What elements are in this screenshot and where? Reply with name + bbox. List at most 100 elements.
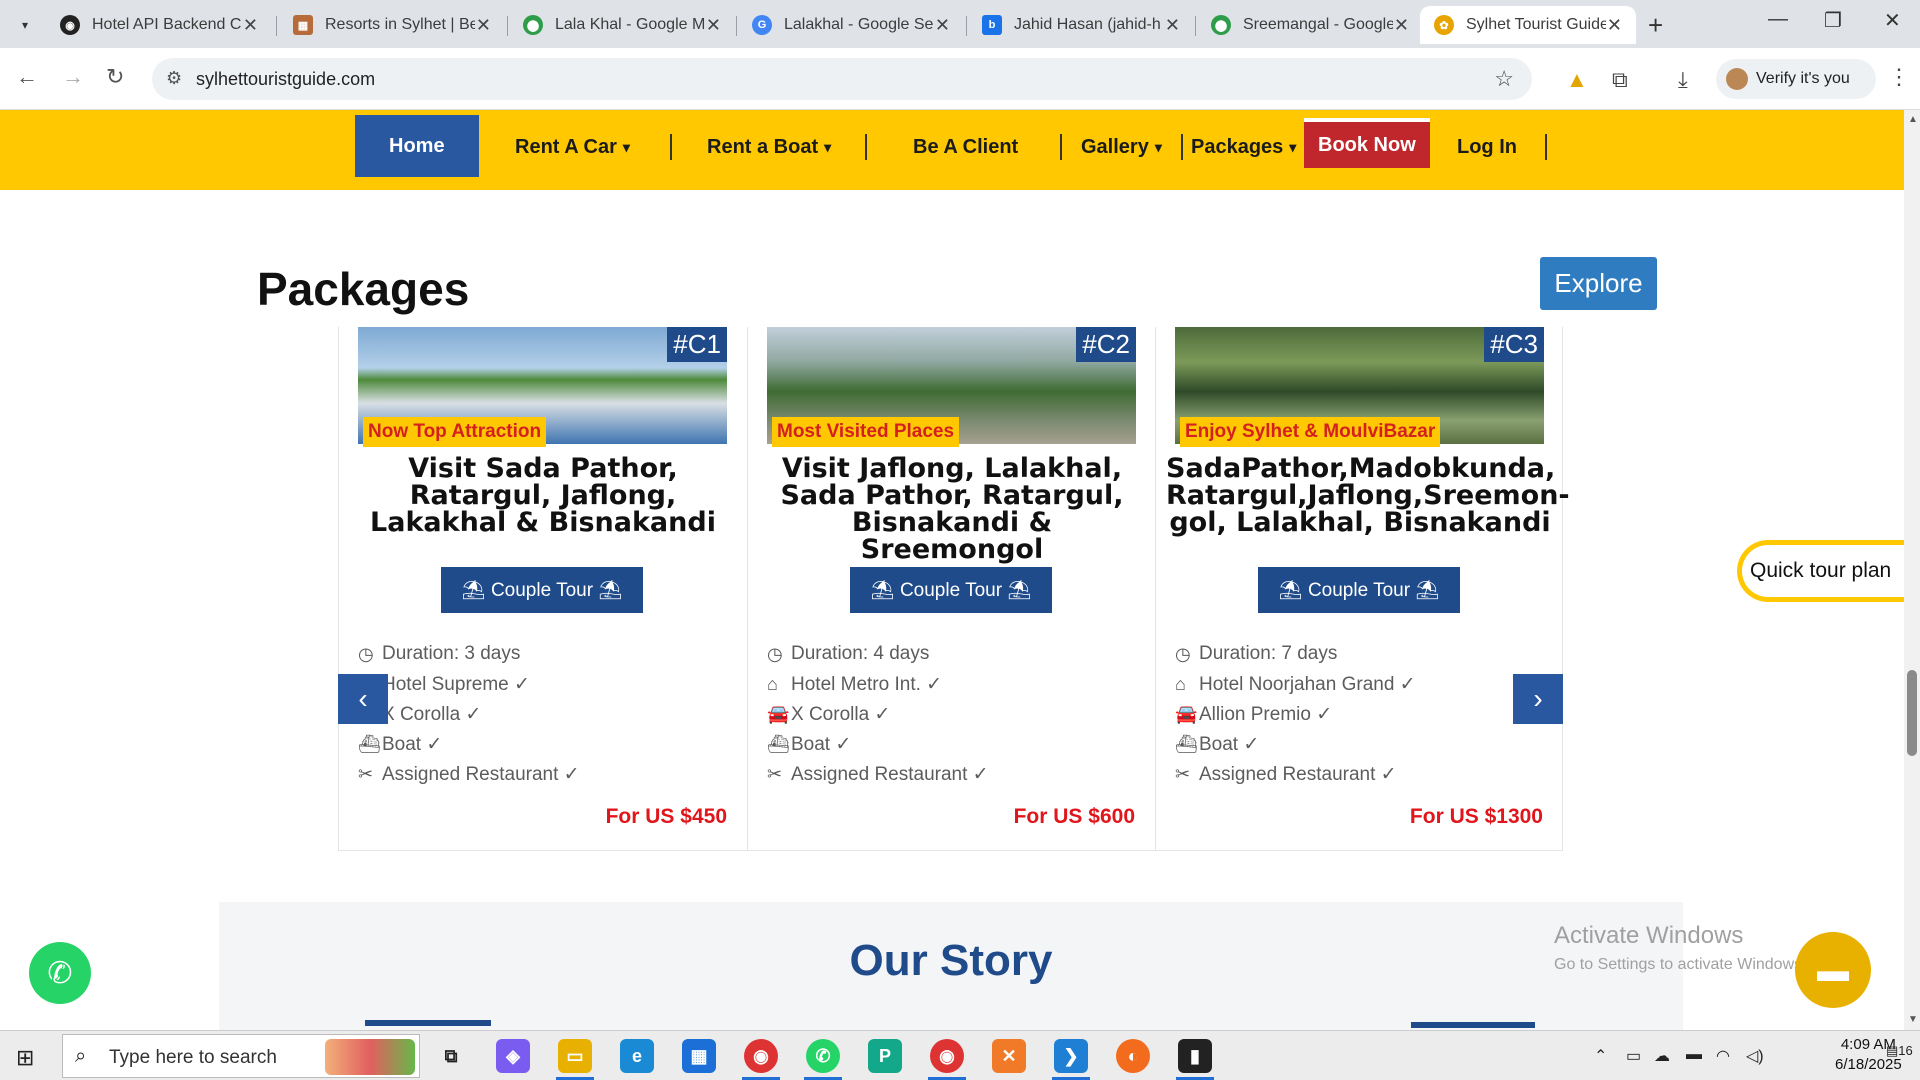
site-info-icon[interactable]: ⚙ [166, 68, 182, 89]
feature-hotel: ⌂Hotel Supreme ✓ [358, 669, 580, 699]
chevron-down-icon: ▾ [824, 138, 832, 155]
tab-title: Lalakhal - Google Se [784, 16, 934, 33]
chat-icon[interactable]: ▬ [1795, 932, 1871, 1008]
url-text[interactable]: sylhettouristguide.com [196, 69, 375, 90]
browser-tab[interactable]: ▦ Resorts in Sylhet | Be ✕ [279, 6, 505, 44]
tab-favicon-icon: b [982, 15, 1002, 35]
couple-tour-button[interactable]: ⛱ Couple Tour ⛱ [850, 567, 1052, 613]
nav-label: Log In [1457, 135, 1517, 158]
wifi-icon[interactable]: ◠ [1716, 1046, 1730, 1066]
boat-icon: ⛴ [358, 733, 381, 754]
nav-rent-a-car[interactable]: Rent A Car ▾ [515, 116, 630, 178]
package-title: Visit Jaflong, Lalakhal, Sada Pathor, Ra… [780, 453, 1124, 565]
close-tab-icon[interactable]: ✕ [1607, 15, 1622, 36]
explore-button[interactable]: Explore [1540, 257, 1657, 310]
google-icon: G [752, 15, 772, 35]
nav-be-a-client[interactable]: Be A Client [913, 116, 1018, 178]
browser-tab-active[interactable]: ✿ Sylhet Tourist Guide ✕ [1420, 6, 1636, 44]
browser-tab[interactable]: ⬤ Lala Khal - Google M ✕ [509, 6, 735, 44]
file-explorer-icon[interactable]: ▭ [558, 1039, 592, 1073]
browser-tab[interactable]: ⬤ Sreemangal - Google ✕ [1197, 6, 1423, 44]
tray-overflow-icon[interactable]: ⌃ [1594, 1046, 1607, 1066]
address-toolbar: ← → ↻ ⚙ sylhettouristguide.com ☆ ▲ ⧉ ⤓ V… [0, 48, 1920, 110]
onedrive-icon[interactable]: ☁ [1654, 1046, 1670, 1066]
tab-favicon-icon: ◉ [60, 15, 80, 35]
maps-pin-icon: ⬤ [1211, 15, 1231, 35]
close-tab-icon[interactable]: ✕ [935, 15, 950, 36]
xampp-icon[interactable]: ✕ [992, 1039, 1026, 1073]
search-icon: ⌕ [75, 1045, 87, 1067]
quick-tour-plan-button[interactable]: Quick tour plan [1737, 540, 1904, 602]
whatsapp-icon[interactable]: ✆ [29, 942, 91, 1004]
nav-label: Rent a Boat [707, 135, 819, 158]
bookmark-star-icon[interactable]: ☆ [1494, 66, 1514, 92]
profile-verify-button[interactable]: Verify it's you [1716, 59, 1876, 99]
couple-tour-button[interactable]: ⛱ Couple Tour ⛱ [441, 567, 643, 613]
verify-label: Verify it's you [1756, 70, 1850, 87]
feature-duration: ◷ Duration: 3 days [358, 639, 580, 669]
book-now-button[interactable]: Book Now [1304, 118, 1430, 168]
carousel-prev-button[interactable]: ‹ [338, 674, 388, 724]
whatsapp-taskbar-icon[interactable]: ✆ [806, 1039, 840, 1073]
browser-tab[interactable]: ◉ Hotel API Backend Co ✕ [46, 6, 272, 44]
nav-packages[interactable]: Packages ▾ [1191, 116, 1296, 178]
activate-windows-watermark: Activate Windows Go to Settings to activ… [1554, 922, 1807, 974]
task-view-icon[interactable]: ⧉ [434, 1039, 468, 1073]
windows-start-icon[interactable]: ⊞ [16, 1045, 34, 1071]
nav-label: Packages [1191, 135, 1284, 158]
tab-title: Hotel API Backend Co [92, 16, 242, 33]
forward-icon[interactable]: → [62, 64, 84, 90]
clock-icon: ◷ [1175, 643, 1191, 664]
firefox-icon[interactable]: ◐ [1116, 1039, 1150, 1073]
minimize-icon[interactable]: — [1768, 8, 1788, 31]
edge-icon[interactable]: e [620, 1039, 654, 1073]
maximize-icon[interactable]: ❐ [1824, 8, 1842, 33]
address-bar[interactable]: ⚙ sylhettouristguide.com ☆ [152, 58, 1532, 100]
volume-icon[interactable]: ◁) [1746, 1046, 1764, 1066]
close-tab-icon[interactable]: ✕ [1394, 15, 1409, 36]
terminal-icon[interactable]: ▮ [1178, 1039, 1212, 1073]
reload-icon[interactable]: ↻ [106, 64, 124, 90]
close-tab-icon[interactable]: ✕ [706, 15, 721, 36]
close-tab-icon[interactable]: ✕ [1165, 15, 1180, 36]
tab-search-button[interactable]: ▾ [12, 12, 38, 38]
taskbar-search[interactable]: ⌕ Type here to search [62, 1034, 420, 1078]
vscode-icon[interactable]: ❯ [1054, 1039, 1088, 1073]
package-badge: Most Visited Places [772, 417, 960, 447]
close-window-icon[interactable]: ✕ [1884, 8, 1901, 33]
feature-text: X Corolla ✓ [791, 703, 891, 725]
close-tab-icon[interactable]: ✕ [476, 15, 491, 36]
nav-gallery[interactable]: Gallery ▾ [1081, 116, 1162, 178]
new-tab-button[interactable]: + [1648, 10, 1663, 41]
feature-text: Assigned Restaurant ✓ [791, 763, 989, 785]
browser-tab[interactable]: b Jahid Hasan (jahid-h ✕ [968, 6, 1194, 44]
copilot-icon[interactable]: ◈ [496, 1039, 530, 1073]
notifications-icon[interactable]: ▤16 [1886, 1043, 1913, 1059]
scroll-up-icon[interactable]: ▲ [1908, 114, 1918, 125]
chrome-profile-icon[interactable]: ◉ [930, 1039, 964, 1073]
feature-restaurant: ✂ Assigned Restaurant ✓ [358, 759, 580, 789]
page-scrollbar[interactable]: ▲ ▼ [1904, 110, 1920, 1030]
carousel-next-button[interactable]: › [1513, 674, 1563, 724]
download-icon[interactable]: ⤓ [1678, 67, 1688, 93]
extensions-icon[interactable]: ⧉ [1612, 67, 1628, 93]
battery-icon[interactable]: ▬ [1686, 1046, 1702, 1064]
close-tab-icon[interactable]: ✕ [243, 15, 258, 36]
couple-tour-button[interactable]: ⛱ Couple Tour ⛱ [1258, 567, 1460, 613]
scrollbar-thumb[interactable] [1907, 670, 1917, 756]
nav-log-in[interactable]: Log In [1457, 116, 1517, 178]
scroll-down-icon[interactable]: ▼ [1908, 1014, 1918, 1025]
store-icon[interactable]: ▦ [682, 1039, 716, 1073]
nav-home[interactable]: Home [355, 115, 479, 177]
back-icon[interactable]: ← [16, 64, 38, 90]
chrome-icon[interactable]: ◉ [744, 1039, 778, 1073]
browser-menu-icon[interactable]: ⋮ [1888, 64, 1910, 90]
browser-tab-bar: ▾ ◉ Hotel API Backend Co ✕ ▦ Resorts in … [0, 0, 1920, 48]
pycharm-icon[interactable]: P [868, 1039, 902, 1073]
browser-tab[interactable]: G Lalakhal - Google Se ✕ [738, 6, 964, 44]
drive-icon[interactable]: ▲ [1566, 67, 1588, 93]
package-badge: Now Top Attraction [363, 417, 547, 447]
feature-text: Boat ✓ [1199, 733, 1260, 755]
meet-now-icon[interactable]: ▭ [1626, 1046, 1641, 1066]
nav-rent-a-boat[interactable]: Rent a Boat ▾ [707, 116, 831, 178]
